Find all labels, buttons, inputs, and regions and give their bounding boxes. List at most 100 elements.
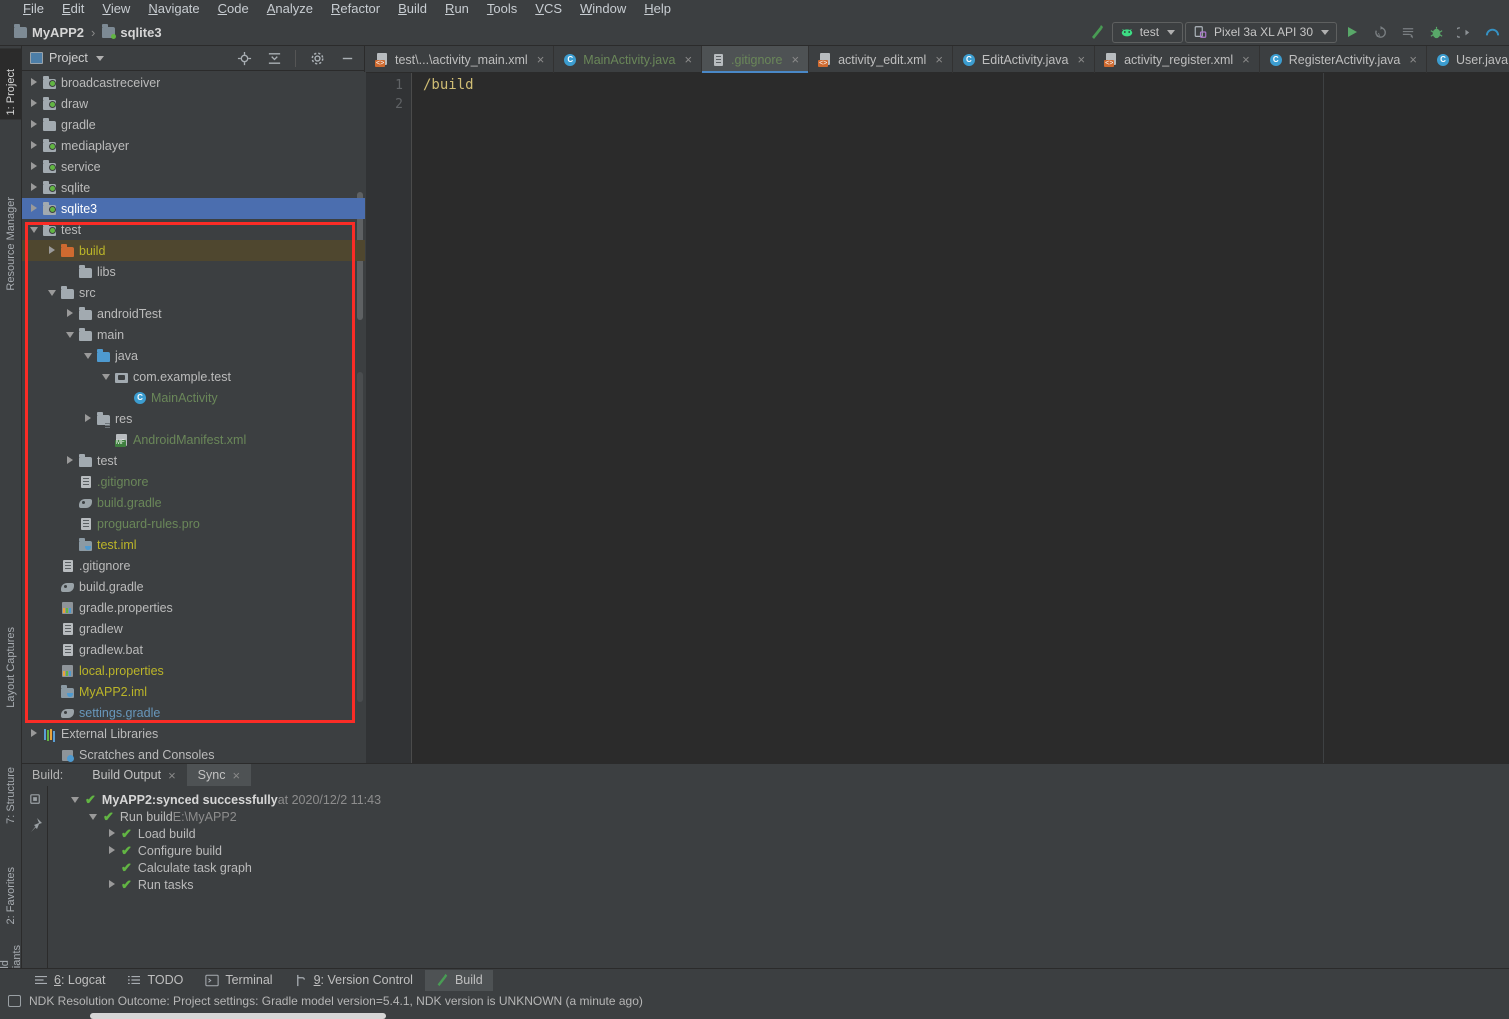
- build-output-row[interactable]: ✔ Load build: [49, 825, 1509, 842]
- tree-node-draw[interactable]: draw: [22, 93, 365, 114]
- menu-item-file[interactable]: File: [14, 0, 53, 18]
- bottom-tab-build[interactable]: Build: [424, 969, 493, 991]
- left-strip-tab-resource-manager[interactable]: Resource Manager: [0, 176, 22, 295]
- bottom-tab-9-version-control[interactable]: 9: Version Control: [285, 970, 423, 991]
- left-strip-tab-2-favorites[interactable]: 2: Favorites: [0, 846, 22, 928]
- chevron-down-icon[interactable]: [71, 795, 81, 805]
- restart-sync-icon[interactable]: [22, 786, 48, 812]
- menu-item-view[interactable]: View: [93, 0, 139, 18]
- tree-node-.gitignore[interactable]: .gitignore: [22, 555, 365, 576]
- tree-node-proguard-rules.pro[interactable]: proguard-rules.pro: [22, 513, 365, 534]
- close-icon[interactable]: ×: [791, 52, 799, 67]
- left-strip-tab-7-structure[interactable]: 7: Structure: [0, 746, 22, 828]
- tree-node-gradle.properties[interactable]: gradle.properties: [22, 597, 365, 618]
- menu-item-vcs[interactable]: VCS: [526, 0, 571, 18]
- close-icon[interactable]: ×: [1078, 52, 1086, 67]
- close-icon[interactable]: ×: [1409, 52, 1417, 67]
- tree-node-sqlite3[interactable]: sqlite3: [22, 198, 365, 219]
- apply-changes-icon[interactable]: A: [1367, 19, 1393, 45]
- build-output-row[interactable]: ✔ Calculate task graph: [49, 859, 1509, 876]
- left-strip-tab-layout-captures[interactable]: Layout Captures: [0, 606, 22, 712]
- chevron-right-icon[interactable]: [30, 141, 39, 150]
- menu-item-build[interactable]: Build: [389, 0, 436, 18]
- editor-tab-activity-register.xml[interactable]: activity_register.xml ×: [1095, 46, 1260, 73]
- chevron-down-icon[interactable]: [89, 812, 99, 822]
- tree-node-androidtest[interactable]: androidTest: [22, 303, 365, 324]
- chevron-down-icon[interactable]: [48, 288, 57, 297]
- bottom-tab-terminal[interactable]: Terminal: [195, 970, 282, 991]
- locate-target-icon[interactable]: [231, 45, 257, 71]
- tree-node-mediaplayer[interactable]: mediaplayer: [22, 135, 365, 156]
- chevron-right-icon[interactable]: [84, 414, 93, 423]
- pin-icon[interactable]: [22, 812, 48, 838]
- horizontal-scrollbar[interactable]: [90, 1013, 386, 1019]
- close-icon[interactable]: ×: [935, 52, 943, 67]
- menu-item-run[interactable]: Run: [436, 0, 478, 18]
- chevron-right-icon[interactable]: [30, 78, 39, 87]
- tree-node-res[interactable]: res: [22, 408, 365, 429]
- apply-code-changes-icon[interactable]: [1395, 19, 1421, 45]
- collapse-all-icon[interactable]: [261, 45, 287, 71]
- left-strip-tab-1-project[interactable]: 1: Project: [0, 48, 22, 120]
- close-icon[interactable]: ×: [537, 52, 545, 67]
- tree-node-androidmanifest.xml[interactable]: AndroidManifest.xml: [22, 429, 365, 450]
- hide-minimize-icon[interactable]: [334, 45, 360, 71]
- breadcrumb-project[interactable]: MyAPP2: [14, 23, 84, 40]
- editor-text-area[interactable]: /build: [413, 73, 1509, 763]
- editor-tab-user.java[interactable]: User.java×: [1427, 46, 1509, 73]
- settings-gear-icon[interactable]: [304, 45, 330, 71]
- chevron-right-icon[interactable]: [30, 729, 39, 738]
- tree-node-gradlew[interactable]: gradlew: [22, 618, 365, 639]
- bottom-tab-6-logcat[interactable]: 6: Logcat: [24, 970, 115, 991]
- close-icon[interactable]: ×: [1242, 52, 1250, 67]
- editor-tab-registeractivity.java[interactable]: RegisterActivity.java ×: [1260, 46, 1427, 73]
- chevron-right-icon[interactable]: [107, 828, 117, 839]
- close-icon[interactable]: ×: [684, 52, 692, 67]
- code-line[interactable]: /build: [413, 76, 1509, 95]
- code-editor[interactable]: 12 /build: [366, 73, 1509, 763]
- menu-item-analyze[interactable]: Analyze: [258, 0, 322, 18]
- profiler-icon[interactable]: [1479, 19, 1505, 45]
- tree-node-local.properties[interactable]: local.properties: [22, 660, 365, 681]
- tree-node-sqlite[interactable]: sqlite: [22, 177, 365, 198]
- device-selector[interactable]: Pixel 3a XL API 30: [1185, 21, 1337, 43]
- project-tree[interactable]: broadcastreceiver draw gradle mediaplayer se…: [22, 72, 365, 763]
- chevron-right-icon[interactable]: [30, 183, 39, 192]
- build-output-tree[interactable]: ✔ MyAPP2: synced successfully at 2020/12/…: [49, 786, 1509, 969]
- tree-node-gradlew.bat[interactable]: gradlew.bat: [22, 639, 365, 660]
- build-output-row[interactable]: ✔ Run tasks: [49, 876, 1509, 893]
- run-configuration-selector[interactable]: test: [1111, 21, 1184, 43]
- tree-node-service[interactable]: service: [22, 156, 365, 177]
- tree-node-java[interactable]: java: [22, 345, 365, 366]
- make-project-icon[interactable]: [1084, 19, 1110, 45]
- menu-item-refactor[interactable]: Refactor: [322, 0, 389, 18]
- tree-node-myapp2.iml[interactable]: MyAPP2.iml: [22, 681, 365, 702]
- editor-tab-.gitignore[interactable]: .gitignore ×: [702, 46, 810, 73]
- bottom-tab-todo[interactable]: TODO: [117, 970, 193, 991]
- debug-icon[interactable]: [1423, 19, 1449, 45]
- chevron-right-icon[interactable]: [30, 120, 39, 129]
- chevron-right-icon[interactable]: [66, 456, 75, 465]
- chevron-right-icon[interactable]: [107, 845, 117, 856]
- chevron-right-icon[interactable]: [30, 162, 39, 171]
- build-panel-tab-build-output[interactable]: Build Output ×: [81, 764, 186, 786]
- menu-item-help[interactable]: Help: [635, 0, 680, 18]
- tree-node-mainactivity[interactable]: C MainActivity: [22, 387, 365, 408]
- tree-node-external-libraries[interactable]: External Libraries: [22, 723, 365, 744]
- chevron-right-icon[interactable]: [66, 309, 75, 318]
- menu-item-tools[interactable]: Tools: [478, 0, 526, 18]
- build-output-row[interactable]: ✔ Configure build: [49, 842, 1509, 859]
- tree-node-main[interactable]: main: [22, 324, 365, 345]
- chevron-down-icon[interactable]: [95, 55, 104, 61]
- tree-node-test[interactable]: test: [22, 219, 365, 240]
- attach-debugger-icon[interactable]: [1451, 19, 1477, 45]
- event-log-icon[interactable]: [8, 995, 21, 1007]
- project-panel-title-group[interactable]: Project: [30, 51, 104, 65]
- bottom-tool-window-bar[interactable]: 6: Logcat TODO Terminal 9: Version Control B…: [0, 968, 1509, 991]
- tree-node-build.gradle[interactable]: build.gradle: [22, 576, 365, 597]
- editor-tab-editactivity.java[interactable]: EditActivity.java ×: [953, 46, 1096, 73]
- chevron-down-icon[interactable]: [84, 351, 93, 360]
- chevron-down-icon[interactable]: [66, 330, 75, 339]
- chevron-down-icon[interactable]: [30, 225, 39, 234]
- tree-node-libs[interactable]: libs: [22, 261, 365, 282]
